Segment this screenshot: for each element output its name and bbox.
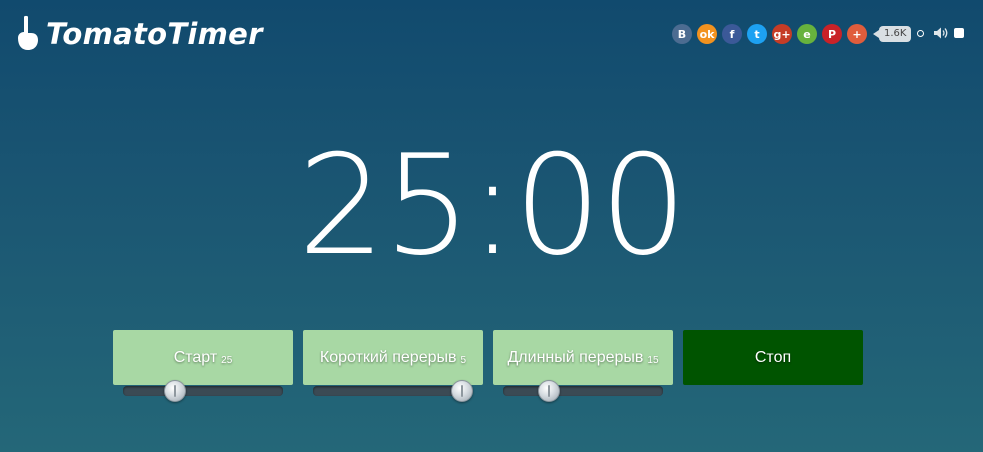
share-bar: B ok f t g+ e P + 1.6K [672, 24, 912, 44]
pomodoro-group: Старт 25 [113, 330, 293, 402]
long-break-group: Длинный перерыв 15 [493, 330, 673, 402]
short-break-label: Короткий перерыв [319, 348, 457, 366]
pomodoro-slider[interactable] [123, 380, 283, 402]
more-glyph: + [852, 27, 862, 41]
long-break-minutes: 15 [647, 355, 659, 366]
stop-label: Стоп [754, 348, 792, 366]
more-share-icon[interactable]: + [847, 24, 867, 44]
short-break-slider-knob[interactable] [451, 380, 473, 402]
short-break-slider[interactable] [313, 380, 473, 402]
google-plus-glyph: g+ [773, 27, 791, 41]
logo[interactable]: TomatoTimer [12, 14, 263, 54]
twitter-share-icon[interactable]: t [747, 24, 767, 44]
twitter-glyph: t [754, 27, 760, 41]
pinterest-glyph: P [827, 27, 837, 41]
facebook-glyph: f [729, 27, 735, 41]
vk-glyph: B [677, 27, 687, 41]
long-break-slider[interactable] [503, 380, 663, 402]
logo-text: TomatoTimer [46, 17, 263, 51]
pinterest-share-icon[interactable]: P [822, 24, 842, 44]
pomodoro-button[interactable]: Старт 25 [113, 330, 293, 385]
odnoklassniki-share-icon[interactable]: ok [697, 24, 717, 44]
stop-button[interactable]: Стоп [683, 330, 863, 385]
evernote-glyph: e [803, 27, 811, 41]
volume-icon[interactable] [933, 26, 949, 40]
evernote-share-icon[interactable]: e [797, 24, 817, 44]
short-break-minutes: 5 [460, 355, 467, 366]
facebook-share-icon[interactable]: f [722, 24, 742, 44]
pomodoro-slider-knob[interactable] [164, 380, 187, 402]
long-break-slider-knob[interactable] [537, 380, 560, 402]
settings-dot-icon[interactable] [917, 29, 924, 37]
share-count: 1.6K [872, 26, 912, 42]
pomodoro-minutes: 25 [221, 355, 233, 366]
stop-square-icon[interactable] [954, 28, 964, 38]
timer-display: 25:00 [297, 125, 688, 286]
short-break-group: Короткий перерыв 5 [303, 330, 483, 402]
pomodoro-label: Старт [173, 348, 218, 366]
long-break-button[interactable]: Длинный перерыв 15 [493, 330, 673, 385]
odnoklassniki-glyph: ok [699, 27, 715, 41]
vk-share-icon[interactable]: B [672, 24, 692, 44]
sound-controls [917, 26, 964, 40]
short-break-button[interactable]: Короткий перерыв 5 [303, 330, 483, 385]
hand-pointer-icon [18, 15, 38, 50]
google-plus-share-icon[interactable]: g+ [772, 24, 792, 44]
long-break-label: Длинный перерыв [507, 348, 644, 366]
